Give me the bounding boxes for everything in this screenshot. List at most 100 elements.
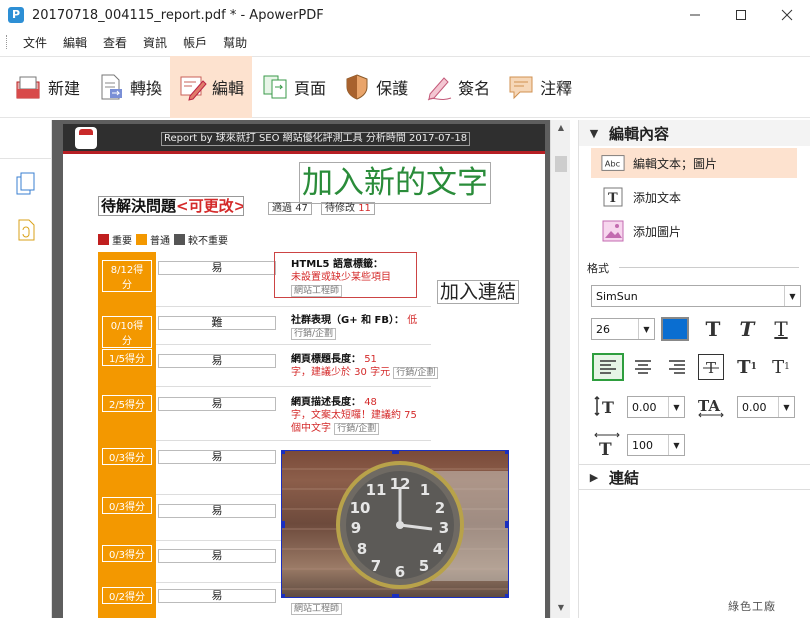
score-text: 0/3得分	[102, 448, 152, 465]
legend-item-minor: 較不重要	[174, 232, 228, 247]
close-button[interactable]	[764, 0, 810, 30]
score-cell[interactable]: 0/10得分	[98, 316, 156, 348]
link-section-header[interactable]: ▶ 連結	[579, 464, 810, 490]
score-cell[interactable]: 0/3得分	[98, 497, 156, 514]
toolbar-sign-button[interactable]: 簽名	[416, 56, 498, 118]
text-color-picker[interactable]	[661, 317, 689, 341]
difficulty-cell[interactable]: 難	[158, 316, 276, 330]
resize-handle[interactable]	[282, 594, 285, 597]
score-cell[interactable]: 1/5得分	[98, 349, 156, 366]
option-add-image[interactable]: 添加圖片	[591, 216, 797, 246]
score-cell[interactable]: 2/5得分	[98, 395, 156, 412]
resize-handle[interactable]	[392, 451, 399, 454]
difficulty-cell[interactable]: 易	[158, 589, 276, 603]
issue-title-length[interactable]: 網頁標題長度： 51 字，建議少於 30 字元 行銷/企劃	[291, 353, 439, 380]
align-left-icon	[600, 360, 616, 374]
scroll-thumb[interactable]	[555, 156, 567, 172]
resize-handle[interactable]	[505, 451, 508, 454]
edit-content-header[interactable]: ▼ 編輯內容	[579, 120, 810, 146]
pdf-page[interactable]: Report by 球來就打 SEO 網站優化評測工具 分析時間 2017-07…	[63, 124, 545, 618]
selected-clock-image[interactable]: 12 1 2 345 678 9 10 11	[281, 450, 509, 598]
menu-view[interactable]: 查看	[95, 34, 135, 51]
issue-description-length[interactable]: 網頁描述長度： 48 字，文案太短囉！建議約 75 個中文字 行銷/企劃	[291, 396, 417, 436]
attachment-page-icon[interactable]	[15, 218, 37, 242]
issue-tag: 行銷/企劃	[393, 367, 439, 379]
menu-info[interactable]: 資訊	[135, 34, 175, 51]
underline-button[interactable]: T	[765, 315, 797, 343]
stat-pass[interactable]: 適過 47	[268, 202, 312, 215]
scroll-up-icon[interactable]: ▲	[551, 120, 571, 136]
difficulty-cell[interactable]: 易	[158, 504, 276, 518]
stat-pass-value: 47	[295, 203, 308, 214]
subscript-button[interactable]: T1	[765, 353, 797, 381]
issue-html5[interactable]: HTML5 語意標籤： 未設置或缺少某些項目 網站工程師	[291, 258, 391, 298]
issue-tag: 行銷/企劃	[334, 423, 380, 435]
resize-handle[interactable]	[505, 594, 508, 597]
difficulty-cell[interactable]: 易	[158, 261, 276, 275]
resize-handle[interactable]	[505, 521, 508, 528]
align-center-button[interactable]	[627, 353, 659, 381]
resize-handle[interactable]	[282, 451, 285, 454]
resize-handle[interactable]	[392, 594, 399, 597]
toolbar-convert-button[interactable]: 轉換	[88, 56, 170, 118]
toolbar-edit-button[interactable]: 編輯	[170, 56, 253, 118]
align-right-button[interactable]	[661, 353, 693, 381]
score-cell[interactable]: 8/12得分	[98, 260, 156, 292]
issue-last[interactable]: 網站工程師	[291, 602, 343, 616]
difficulty-cell[interactable]: 易	[158, 549, 276, 563]
row-divider	[156, 306, 431, 307]
toolbar-protect-button[interactable]: 保護	[334, 56, 416, 118]
strikethrough-button[interactable]: T	[698, 354, 724, 380]
score-cell[interactable]: 0/3得分	[98, 448, 156, 465]
issue-social[interactable]: 社群表現（G+ 和 FB）： 低 行銷/企劃	[291, 314, 417, 341]
horizontal-scale-icon[interactable]: T	[593, 432, 621, 456]
document-scrollbar[interactable]: ▲ ▼	[550, 120, 570, 618]
character-spacing-icon[interactable]: TA	[697, 394, 725, 418]
italic-button[interactable]: T	[731, 315, 763, 343]
menu-bar: 文件 編輯 查看 資訊 帳戶 幫助	[0, 30, 810, 54]
maximize-button[interactable]	[718, 0, 764, 30]
difficulty-cell[interactable]: 易	[158, 450, 276, 464]
option-add-text[interactable]: T 添加文本	[591, 182, 797, 212]
font-size-select[interactable]: 26 ▼	[591, 318, 655, 340]
font-family-select[interactable]: SimSun ▼	[591, 285, 801, 307]
option-edit-text-image[interactable]: Abc 編輯文本；圖片	[591, 148, 797, 178]
strikethrough-icon: T	[703, 359, 719, 376]
shield-icon	[346, 74, 368, 100]
close-icon	[781, 9, 793, 21]
difficulty-cell[interactable]: 易	[158, 397, 276, 411]
difficulty-cell[interactable]: 易	[158, 354, 276, 368]
minimize-button[interactable]	[672, 0, 718, 30]
document-viewer[interactable]: Report by 球來就打 SEO 網站優化評測工具 分析時間 2017-07…	[52, 120, 550, 618]
menu-edit[interactable]: 編輯	[55, 34, 95, 51]
added-link-text[interactable]: 加入連結	[437, 280, 520, 304]
toolbar-new-label: 新建	[48, 79, 81, 98]
score-cell[interactable]: 0/3得分	[98, 545, 156, 562]
stat-todo-value: 11	[358, 203, 371, 214]
menu-grip	[6, 35, 9, 49]
menu-account[interactable]: 帳戶	[175, 34, 215, 51]
svg-text:T: T	[599, 440, 612, 456]
align-left-button[interactable]	[592, 353, 624, 381]
report-header-text[interactable]: Report by 球來就打 SEO 網站優化評測工具 分析時間 2017-07…	[161, 132, 471, 146]
thumbnails-icon[interactable]	[15, 172, 37, 196]
character-spacing-select[interactable]: 0.00 ▼	[737, 396, 795, 418]
stat-todo[interactable]: 待修改 11	[321, 202, 375, 215]
bold-button[interactable]: T	[697, 315, 729, 343]
line-spacing-select[interactable]: 0.00 ▼	[627, 396, 685, 418]
scroll-down-icon[interactable]: ▼	[551, 600, 571, 616]
chevron-down-icon: ▼	[668, 435, 684, 455]
menu-file[interactable]: 文件	[15, 34, 55, 51]
scale-select[interactable]: 100 ▼	[627, 434, 685, 456]
added-text-box[interactable]: 加入新的文字	[299, 162, 491, 204]
score-cell[interactable]: 0/2得分	[98, 587, 156, 604]
toolbar-new-button[interactable]: 新建	[6, 56, 88, 118]
left-sidebar	[0, 120, 52, 618]
toolbar-comment-button[interactable]: 注釋	[498, 56, 580, 118]
menu-help[interactable]: 幫助	[215, 34, 255, 51]
line-spacing-icon[interactable]: T	[593, 394, 617, 418]
problems-title[interactable]: 待解決問題<可更改>改項	[98, 196, 244, 216]
resize-handle[interactable]	[282, 521, 285, 528]
toolbar-page-button[interactable]: 頁面	[252, 56, 334, 118]
superscript-button[interactable]: T1	[731, 353, 763, 381]
